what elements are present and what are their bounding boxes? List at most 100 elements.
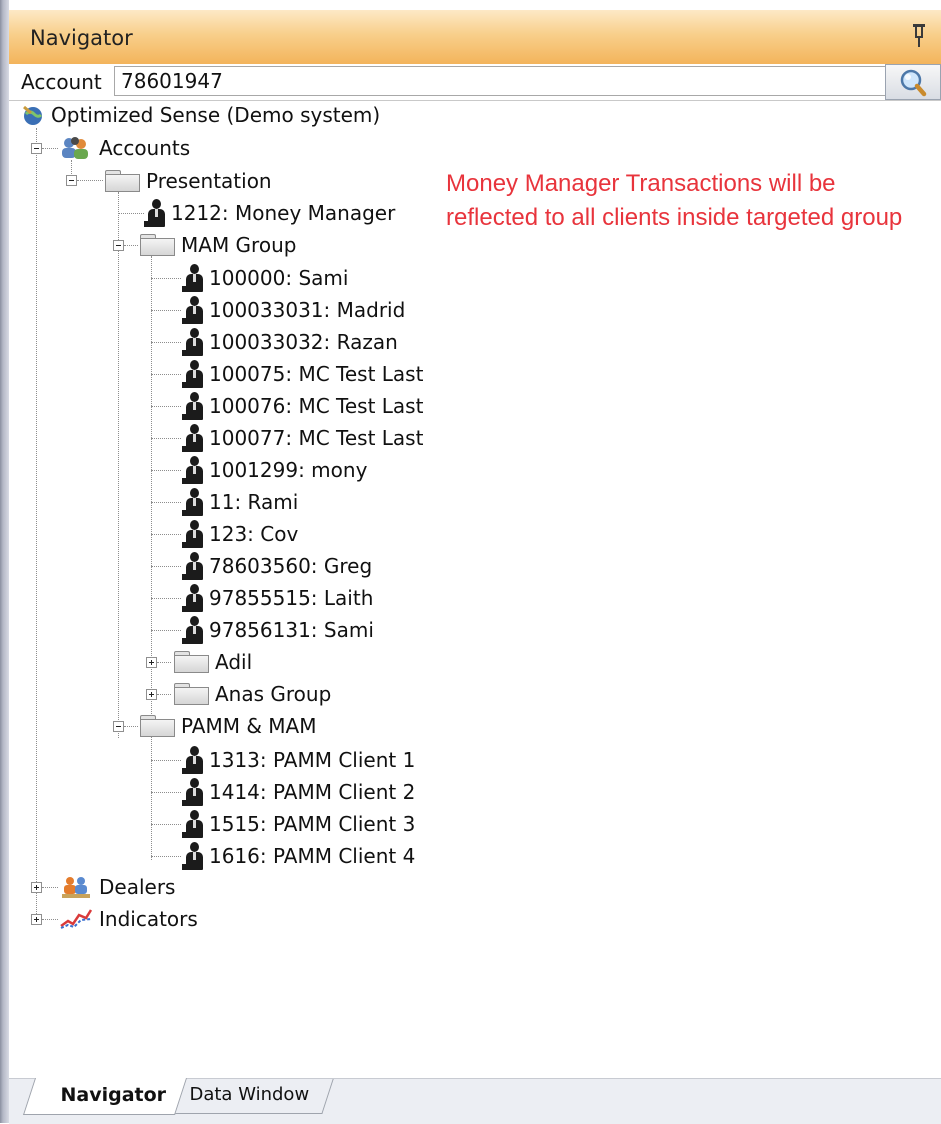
account-bar: Account (9, 64, 941, 101)
tree-item-indicators[interactable]: Indicators (59, 904, 198, 934)
tree-item-anas-group[interactable]: Anas Group (174, 679, 331, 709)
tree-line (157, 662, 171, 663)
tree-label: 100000: Sami (209, 266, 349, 290)
person-icon (182, 423, 203, 453)
person-icon (182, 519, 203, 549)
tree-line (151, 736, 152, 856)
tree-label: PAMM & MAM (181, 714, 317, 738)
folder-icon (174, 651, 209, 673)
collapse-presentation-toggle[interactable] (66, 175, 77, 186)
tree-item-adil[interactable]: Adil (174, 647, 252, 677)
magnifier-icon (900, 69, 927, 97)
tab-data-window[interactable]: Data Window (168, 1079, 334, 1114)
tree-line (151, 856, 181, 857)
collapse-mam-group-toggle[interactable] (113, 240, 124, 251)
tree-line (151, 566, 181, 567)
folder-icon (140, 234, 175, 256)
tree-line (124, 245, 138, 246)
tab-label: Navigator (60, 1084, 167, 1106)
person-icon (182, 809, 203, 839)
panel-left-border (0, 0, 9, 1123)
tab-strip: Data Window Navigator (9, 1078, 941, 1124)
tree-label: 100033031: Madrid (209, 298, 406, 322)
tree-line (151, 310, 181, 311)
expand-adil-toggle[interactable] (146, 657, 157, 668)
tree-item-client[interactable]: 1616: PAMM Client 4 (182, 841, 416, 871)
tree-label: Accounts (99, 136, 191, 160)
tree-line (151, 534, 181, 535)
tree-item-presentation[interactable]: Presentation (105, 166, 272, 196)
tree-label: 97856131: Sami (209, 618, 374, 642)
folder-icon (174, 683, 209, 705)
account-input[interactable] (114, 66, 889, 96)
tree-item-client[interactable]: 97855515: Laith (182, 583, 373, 613)
expand-indicators-toggle[interactable] (31, 914, 42, 925)
collapse-pamm-mam-toggle[interactable] (113, 721, 124, 732)
tree-item-client[interactable]: 1313: PAMM Client 1 (182, 745, 415, 775)
tree-item-pamm-mam[interactable]: PAMM & MAM (140, 711, 316, 741)
panel-title: Navigator (30, 26, 133, 50)
dealers-icon (62, 877, 90, 898)
title-bar: Navigator (9, 10, 941, 65)
tree-label: Indicators (99, 907, 198, 931)
tree-label: 78603560: Greg (209, 554, 373, 578)
tree-item-client[interactable]: 100077: MC Test Last (182, 423, 423, 453)
person-icon (182, 327, 203, 357)
person-icon (182, 487, 203, 517)
tree-label: 1001299: mony (209, 458, 368, 482)
tree-item-client[interactable]: 1001299: mony (182, 455, 368, 485)
tree-label: 100075: MC Test Last (209, 362, 424, 386)
tree-line (151, 438, 181, 439)
person-icon (182, 777, 203, 807)
tree-label: 1616: PAMM Client 4 (209, 844, 416, 868)
person-icon (182, 295, 203, 325)
tree-label: 1515: PAMM Client 3 (209, 812, 416, 836)
tree-item-client[interactable]: 100033032: Razan (182, 327, 398, 357)
search-button[interactable] (885, 64, 941, 100)
tree-item-client[interactable]: 1515: PAMM Client 3 (182, 809, 416, 839)
person-icon (182, 551, 203, 581)
tree-item-money-manager[interactable]: 1212: Money Manager (144, 198, 396, 228)
tree-label: Dealers (99, 875, 176, 899)
tree-label: 1212: Money Manager (171, 201, 396, 225)
person-icon (182, 391, 203, 421)
person-icon (182, 841, 203, 871)
tree-label: Anas Group (215, 682, 332, 706)
tree-label: 123: Cov (209, 522, 299, 546)
tree-line (151, 342, 181, 343)
tree-item-client[interactable]: 1414: PAMM Client 2 (182, 777, 415, 807)
tree-item-accounts[interactable]: Accounts (59, 133, 190, 163)
person-icon (182, 583, 203, 613)
tree-line (118, 213, 144, 214)
tree-line (77, 180, 103, 181)
tree-item-client[interactable]: 78603560: Greg (182, 551, 373, 581)
tree-item-client[interactable]: 100076: MC Test Last (182, 391, 423, 421)
tree-item-client[interactable]: 123: Cov (182, 519, 299, 549)
tree-item-client[interactable]: 100000: Sami (182, 263, 349, 293)
account-label: Account (21, 70, 102, 94)
tab-label: Data Window (189, 1084, 310, 1105)
tree-line (151, 760, 181, 761)
tree-item-mam-group[interactable]: MAM Group (140, 230, 296, 260)
tree-line (118, 192, 119, 738)
people-group-icon (62, 137, 88, 159)
folder-icon (105, 170, 140, 192)
expand-dealers-toggle[interactable] (31, 882, 42, 893)
annotation-note: Money Manager Transactions will be refle… (446, 170, 903, 231)
tree-item-client[interactable]: 100033031: Madrid (182, 295, 406, 325)
tree-item-client[interactable]: 11: Rami (182, 487, 299, 517)
collapse-accounts-toggle[interactable] (31, 143, 42, 154)
expand-anas-group-toggle[interactable] (146, 689, 157, 700)
tree-line (151, 598, 181, 599)
tree-item-root[interactable]: Optimized Sense (Demo system) (21, 100, 380, 130)
tree-label: MAM Group (181, 233, 297, 257)
tab-navigator[interactable]: Navigator (22, 1078, 187, 1115)
tree-label: 11: Rami (209, 490, 299, 514)
tree-item-client[interactable]: 97856131: Sami (182, 615, 374, 645)
navigator-tree: Optimized Sense (Demo system) Accounts P… (9, 100, 941, 1010)
tree-line (151, 278, 181, 279)
pin-icon[interactable] (911, 24, 927, 48)
tree-item-dealers[interactable]: Dealers (59, 872, 175, 902)
tree-item-client[interactable]: 100075: MC Test Last (182, 359, 424, 389)
tree-line (42, 148, 58, 149)
